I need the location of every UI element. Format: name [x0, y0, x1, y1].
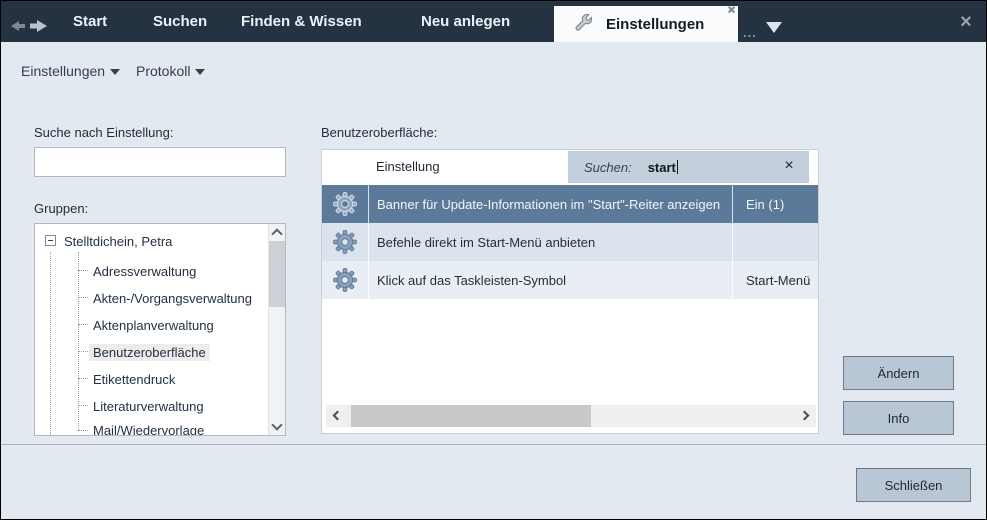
table-search-label: Suchen: — [584, 160, 632, 175]
tree-connector — [78, 378, 88, 379]
setting-value — [732, 223, 817, 261]
tab-label: Neu anlegen — [421, 13, 510, 30]
tree-item-literaturverwaltung[interactable]: Literaturverwaltung — [89, 398, 208, 415]
scrollbar-thumb[interactable] — [269, 241, 285, 307]
panel-label: Benutzeroberfläche: — [321, 125, 437, 140]
window-close-icon[interactable]: × — [953, 9, 979, 35]
setting-name: Klick auf das Taskleisten-Symbol — [368, 261, 732, 299]
tree-item-aktenplanverwaltung[interactable]: Aktenplanverwaltung — [89, 317, 218, 334]
tab-overflow-button[interactable]: ... — [743, 25, 757, 40]
footer-divider — [1, 444, 986, 445]
chevron-down-icon — [195, 69, 205, 75]
gear-icon — [322, 185, 368, 223]
search-setting-input[interactable] — [34, 147, 286, 177]
tab-neu-anlegen[interactable]: Neu anlegen — [421, 1, 510, 42]
text-caret — [677, 160, 678, 174]
setting-value: Start-Menü — [732, 261, 817, 299]
groups-tree: Stelltdichein, Petra Adressverwaltung Ak… — [34, 223, 286, 436]
tree-connector — [78, 297, 88, 298]
menu-protokoll[interactable]: Protokoll — [136, 63, 205, 79]
tree-item-mail-wiedervorlage[interactable]: Mail/Wiedervorlage — [89, 422, 208, 436]
tree-connector — [78, 270, 88, 271]
setting-name: Befehle direkt im Start-Menü anbieten — [368, 223, 732, 261]
tab-suchen[interactable]: Suchen — [153, 1, 207, 42]
aendern-button[interactable]: Ändern — [843, 356, 954, 390]
tree-connector — [78, 351, 88, 352]
tab-close-icon[interactable]: × — [724, 2, 739, 17]
scrollbar-thumb[interactable] — [351, 405, 591, 427]
settings-window: Start Suchen Finden & Wissen Neu anlegen… — [0, 0, 987, 520]
table-row[interactable]: Banner für Update-Informationen im "Star… — [322, 185, 818, 223]
tab-bar: Start Suchen Finden & Wissen Neu anlegen… — [1, 1, 986, 42]
gear-icon — [322, 261, 368, 299]
tree-connector — [78, 324, 88, 325]
table-search-value[interactable]: start — [648, 160, 676, 175]
menu-bar: Einstellungen Protokoll — [1, 42, 986, 90]
tree-connector — [78, 430, 88, 431]
setting-value: Ein (1) — [732, 185, 817, 223]
search-clear-icon[interactable]: × — [779, 155, 799, 177]
chevron-down-icon — [110, 69, 120, 75]
tree-item-etikettendruck[interactable]: Etikettendruck — [89, 371, 179, 388]
active-tab-label: Einstellungen — [606, 16, 704, 33]
search-setting-label: Suche nach Einstellung: — [34, 125, 173, 140]
table-row[interactable]: Klick auf das Taskleisten-Symbol Start-M… — [322, 261, 818, 299]
table-horizontal-scrollbar[interactable] — [326, 405, 816, 427]
tab-dropdown-icon[interactable] — [766, 22, 782, 33]
tree-connector — [78, 405, 88, 406]
scroll-down-icon[interactable] — [271, 419, 282, 430]
wrench-icon — [572, 13, 594, 35]
tree-connector — [78, 252, 79, 430]
tree-collapse-icon[interactable] — [45, 235, 56, 246]
tree-root-item[interactable]: Stelltdichein, Petra — [64, 234, 172, 249]
groups-label: Gruppen: — [34, 201, 88, 216]
schliessen-button[interactable]: Schließen — [856, 468, 971, 502]
tree-item-benutzeroberflaeche-selected[interactable]: Benutzeroberfläche — [89, 344, 210, 361]
menu-einstellungen[interactable]: Einstellungen — [21, 63, 120, 79]
tab-einstellungen-active[interactable]: Einstellungen — [554, 6, 738, 42]
menu-label: Protokoll — [136, 63, 190, 79]
minus-glyph — [48, 240, 53, 241]
tree-connector — [50, 252, 51, 435]
tab-label: Start — [73, 13, 107, 30]
scroll-up-icon[interactable] — [271, 228, 282, 239]
forward-arrow-icon[interactable] — [30, 20, 47, 32]
tab-start[interactable]: Start — [73, 1, 107, 42]
tree-item-adressverwaltung[interactable]: Adressverwaltung — [89, 263, 200, 280]
setting-name: Banner für Update-Informationen im "Star… — [368, 185, 732, 223]
settings-table: Einstellung ^ Suchen: start × — [321, 149, 819, 434]
table-search-box[interactable]: Suchen: start × — [568, 151, 809, 183]
menu-label: Einstellungen — [21, 63, 105, 79]
nav-arrows — [9, 17, 49, 35]
tab-finden-wissen[interactable]: Finden & Wissen — [241, 1, 362, 42]
scroll-left-icon[interactable] — [333, 411, 343, 421]
tab-label: Suchen — [153, 13, 207, 30]
tree-item-akten-vorgangsverwaltung[interactable]: Akten-/Vorgangsverwaltung — [89, 290, 256, 307]
gear-icon — [322, 223, 368, 261]
tab-label: Finden & Wissen — [241, 13, 362, 30]
scroll-right-icon[interactable] — [800, 411, 810, 421]
tree-scrollbar[interactable] — [268, 224, 285, 435]
back-arrow-icon[interactable] — [11, 21, 25, 31]
table-row[interactable]: Befehle direkt im Start-Menü anbieten — [322, 223, 818, 261]
info-button[interactable]: Info — [843, 401, 954, 435]
column-header-einstellung[interactable]: Einstellung — [376, 159, 440, 174]
